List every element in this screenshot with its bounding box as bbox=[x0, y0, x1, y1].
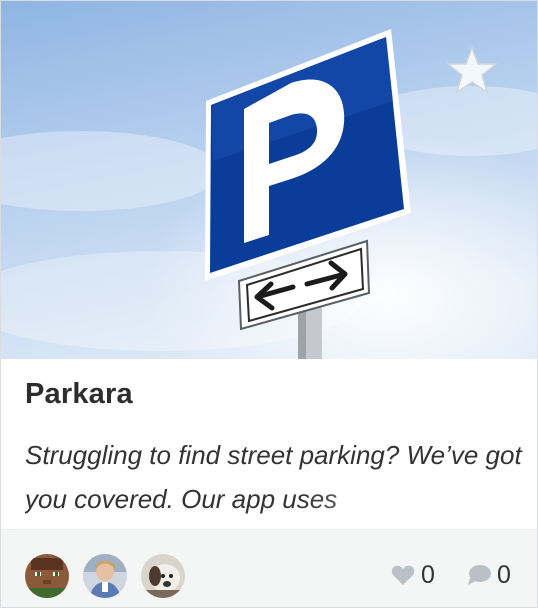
comments-count: 0 bbox=[497, 560, 511, 589]
card-footer: 0 0 bbox=[1, 529, 537, 607]
project-title[interactable]: Parkara bbox=[25, 378, 133, 411]
likes-count: 0 bbox=[421, 560, 435, 589]
favorite-button[interactable] bbox=[445, 45, 499, 95]
card-body: Parkara Struggling to find street parkin… bbox=[1, 359, 537, 529]
avatar-photo-person bbox=[83, 554, 127, 598]
avatar-photo-dog bbox=[141, 554, 185, 598]
avatar-member-1[interactable] bbox=[25, 554, 69, 598]
likes-button[interactable]: 0 bbox=[391, 556, 435, 594]
star-icon bbox=[445, 45, 499, 94]
avatar-pixel-character bbox=[25, 554, 69, 598]
speech-bubble-icon bbox=[468, 565, 491, 585]
project-cover-image[interactable] bbox=[1, 1, 537, 359]
comments-button[interactable]: 0 bbox=[467, 556, 511, 594]
project-description: Struggling to find street parking? We’ve… bbox=[25, 440, 522, 514]
avatar-member-2[interactable] bbox=[83, 554, 127, 598]
project-card[interactable]: Parkara Struggling to find street parkin… bbox=[0, 0, 538, 608]
avatar-member-3[interactable] bbox=[141, 554, 185, 598]
heart-icon bbox=[391, 565, 415, 585]
